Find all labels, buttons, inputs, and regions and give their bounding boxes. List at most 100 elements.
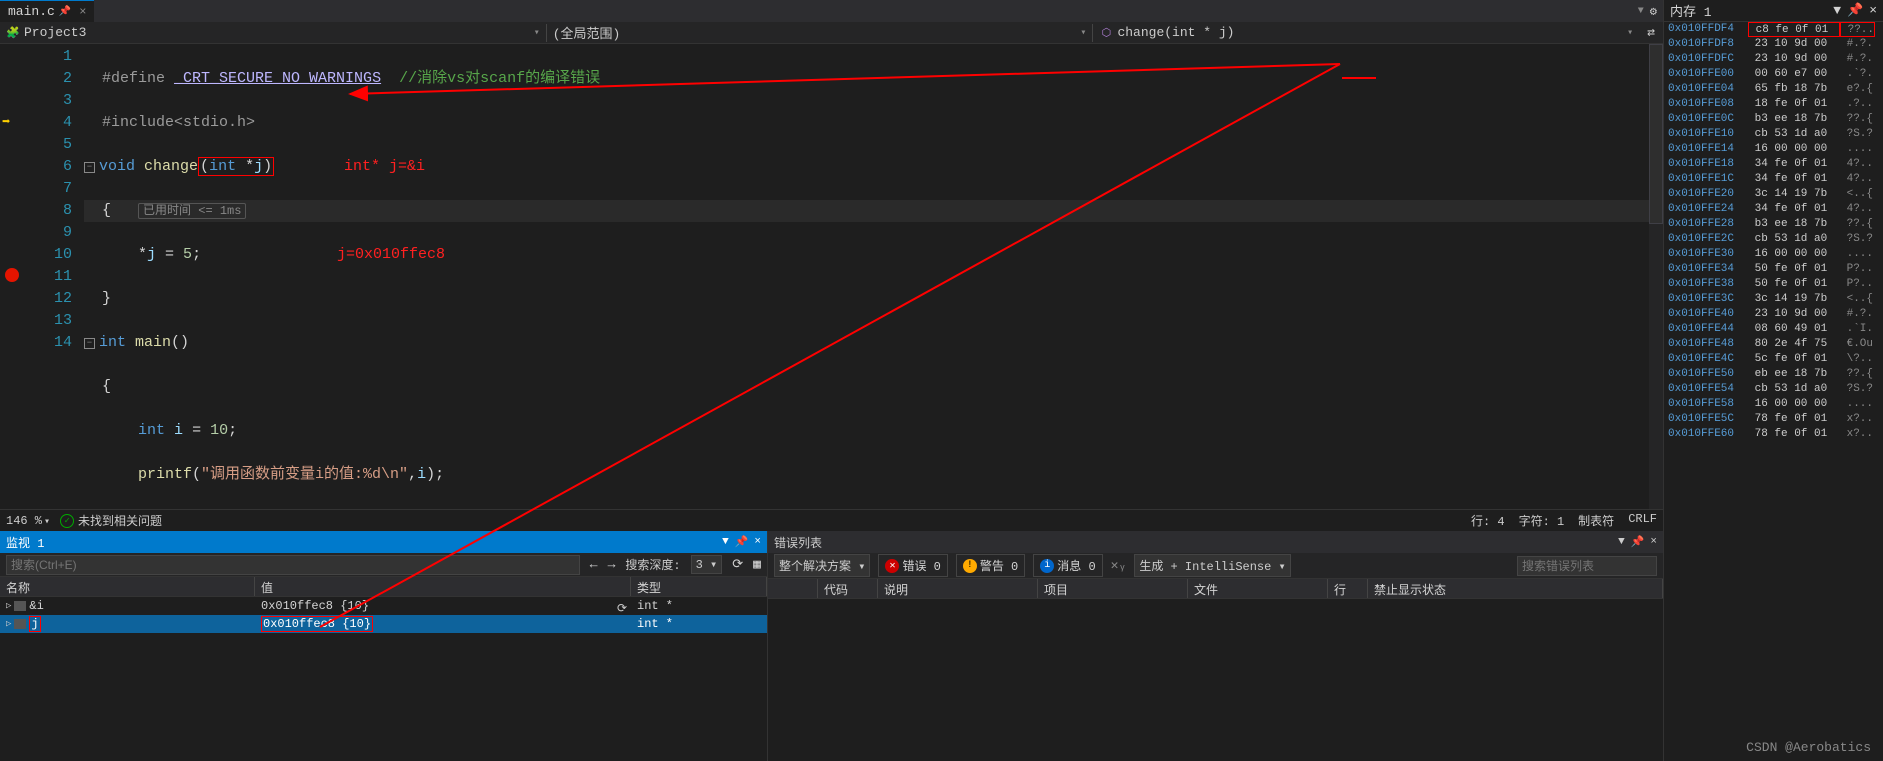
eol-mode[interactable]: CRLF (1628, 512, 1657, 529)
chevron-down-icon[interactable]: ▾ (1080, 27, 1086, 39)
error-title-bar[interactable]: 错误列表 ▼ 📌 × (768, 531, 1663, 553)
memory-row[interactable]: 0x010FFE04 65 fb 18 7b e?.{ (1664, 82, 1883, 97)
memory-row[interactable]: 0x010FFE10 cb 53 1d a0 ?S.? (1664, 127, 1883, 142)
watch-search-input[interactable] (6, 555, 580, 575)
close-icon[interactable]: × (1650, 536, 1657, 548)
memory-row[interactable]: 0x010FFE28 b3 ee 18 7b ??.{ (1664, 217, 1883, 232)
toolbar-icon[interactable]: ▦ (753, 557, 761, 572)
memory-title: 内存 1 (1670, 1, 1712, 20)
refresh-icon[interactable]: ⟳ (617, 601, 627, 616)
dropdown-icon[interactable]: ▼ (1618, 536, 1625, 548)
memory-row[interactable]: 0x010FFE44 08 60 49 01 .`I. (1664, 322, 1883, 337)
error-header: 代码 说明 项目 文件 行 禁止显示状态 (768, 579, 1663, 599)
search-prev[interactable]: ← (590, 557, 598, 572)
memory-row[interactable]: 0x010FFE5C 78 fe 0f 01 x?.. (1664, 412, 1883, 427)
col-name[interactable]: 名称 (0, 577, 255, 596)
zoom-level[interactable]: 146 %▾ (6, 514, 50, 528)
split-button[interactable]: ⇄ (1639, 25, 1663, 40)
memory-row[interactable]: 0x010FFE58 16 00 00 00 .... (1664, 397, 1883, 412)
chevron-down-icon[interactable]: ▾ (534, 27, 540, 39)
issues-indicator[interactable]: ✓ 未找到相关问题 (60, 512, 162, 529)
memory-row[interactable]: 0x010FFE18 34 fe 0f 01 4?.. (1664, 157, 1883, 172)
memory-row[interactable]: 0x010FFE38 50 fe 0f 01 P?.. (1664, 277, 1883, 292)
watch-row[interactable]: ▷&i 0x010ffec8 {10}⟳ int * (0, 597, 767, 615)
breadcrumb-scope[interactable]: (全局范围) ▾ (547, 23, 1093, 42)
breakpoint-icon[interactable] (5, 268, 19, 282)
messages-toggle[interactable]: i消息 0 (1033, 554, 1102, 577)
error-list-panel: 错误列表 ▼ 📌 × 整个解决方案 ▾ ✕错误 0 !警告 0 i消息 0 ✕ᵧ… (768, 531, 1663, 761)
col-proj[interactable]: 项目 (1038, 579, 1188, 598)
dropdown-icon[interactable]: ▼ (722, 536, 729, 548)
pin-icon[interactable]: 📌 (735, 535, 749, 549)
expand-icon[interactable]: ▷ (6, 601, 11, 611)
chevron-down-icon[interactable]: ▾ (1627, 27, 1633, 39)
memory-row[interactable]: 0x010FFE60 78 fe 0f 01 x?.. (1664, 427, 1883, 442)
breadcrumb-project[interactable]: 🧩 Project3 ▾ (0, 25, 546, 40)
error-filter-input[interactable] (1517, 556, 1657, 576)
watch-header: 名称 值 类型 (0, 577, 767, 597)
error-title: 错误列表 (774, 534, 822, 551)
breadcrumb: 🧩 Project3 ▾ (全局范围) ▾ ⬡ change(int * j) … (0, 22, 1663, 44)
memory-title-bar[interactable]: 内存 1 ▼ 📌 × (1664, 0, 1883, 22)
memory-body[interactable]: 0x010FFDF4 c8 fe 0f 01 ??..0x010FFDF8 23… (1664, 22, 1883, 761)
pin-icon[interactable]: 📌 (1631, 535, 1645, 549)
search-next[interactable]: → (608, 557, 616, 572)
pin-icon[interactable]: 📌 (1847, 3, 1863, 18)
line-numbers: 1234567891011121314 (24, 44, 84, 509)
memory-row[interactable]: 0x010FFE40 23 10 9d 00 #.?. (1664, 307, 1883, 322)
memory-row[interactable]: 0x010FFE20 3c 14 19 7b <..{ (1664, 187, 1883, 202)
file-tab[interactable]: main.c 📌 × (0, 0, 94, 22)
memory-row[interactable]: 0x010FFE54 cb 53 1d a0 ?S.? (1664, 382, 1883, 397)
errors-toggle[interactable]: ✕错误 0 (878, 554, 947, 577)
watch-row[interactable]: ▷j 0x010ffec8 {10} int * (0, 615, 767, 633)
memory-row[interactable]: 0x010FFE0C b3 ee 18 7b ??.{ (1664, 112, 1883, 127)
col-line[interactable]: 行 (1328, 579, 1368, 598)
memory-row[interactable]: 0x010FFE48 80 2e 4f 75 €.Ou (1664, 337, 1883, 352)
tab-dropdown-icon[interactable]: ▼ (1638, 6, 1644, 17)
memory-row[interactable]: 0x010FFE14 16 00 00 00 .... (1664, 142, 1883, 157)
col-desc[interactable]: 说明 (878, 579, 1038, 598)
pin-icon[interactable]: 📌 (59, 6, 71, 18)
memory-row[interactable]: 0x010FFDF8 23 10 9d 00 #.?. (1664, 37, 1883, 52)
memory-row[interactable]: 0x010FFDF4 c8 fe 0f 01 ??.. (1664, 22, 1883, 37)
clear-icon[interactable]: ✕ᵧ (1111, 558, 1127, 573)
code-content[interactable]: #define _CRT_SECURE_NO_WARNINGS //消除vs对s… (84, 44, 1649, 509)
memory-row[interactable]: 0x010FFE3C 3c 14 19 7b <..{ (1664, 292, 1883, 307)
memory-row[interactable]: 0x010FFE50 eb ee 18 7b ??.{ (1664, 367, 1883, 382)
memory-row[interactable]: 0x010FFE4C 5c fe 0f 01 \?.. (1664, 352, 1883, 367)
col-state[interactable]: 禁止显示状态 (1368, 579, 1663, 598)
code-editor[interactable]: ➡ 1234567891011121314 #define _CRT_SECUR… (0, 44, 1663, 509)
memory-row[interactable]: 0x010FFE08 18 fe 0f 01 .?.. (1664, 97, 1883, 112)
fold-icon[interactable]: − (84, 338, 95, 349)
memory-row[interactable]: 0x010FFE34 50 fe 0f 01 P?.. (1664, 262, 1883, 277)
col-code[interactable]: 代码 (818, 579, 878, 598)
build-filter[interactable]: 生成 + IntelliSense ▾ (1134, 554, 1290, 577)
memory-row[interactable]: 0x010FFE1C 34 fe 0f 01 4?.. (1664, 172, 1883, 187)
memory-row[interactable]: 0x010FFE00 00 60 e7 00 .`?. (1664, 67, 1883, 82)
indent-mode[interactable]: 制表符 (1578, 512, 1614, 529)
watch-title-bar[interactable]: 监视 1 ▼ 📌 × (0, 531, 767, 553)
close-icon[interactable]: × (79, 5, 86, 19)
gear-icon[interactable]: ⚙ (1650, 4, 1657, 19)
watch-title: 监视 1 (6, 534, 44, 551)
close-icon[interactable]: × (1869, 3, 1877, 18)
memory-row[interactable]: 0x010FFE24 34 fe 0f 01 4?.. (1664, 202, 1883, 217)
close-icon[interactable]: × (754, 536, 761, 548)
fold-icon[interactable]: − (84, 162, 95, 173)
scrollbar[interactable] (1649, 44, 1663, 509)
warnings-toggle[interactable]: !警告 0 (956, 554, 1025, 577)
col-type[interactable]: 类型 (631, 577, 767, 596)
memory-row[interactable]: 0x010FFE30 16 00 00 00 .... (1664, 247, 1883, 262)
annotation: int* j=&i (344, 156, 425, 178)
depth-select[interactable]: 3 ▾ (691, 555, 723, 574)
breadcrumb-function[interactable]: ⬡ change(int * j) ▾ (1093, 25, 1639, 40)
scope-select[interactable]: 整个解决方案 ▾ (774, 554, 870, 577)
error-icon: ✕ (885, 559, 899, 573)
toolbar-icon[interactable]: ⟳ (732, 557, 743, 572)
col-value[interactable]: 值 (255, 577, 631, 596)
memory-row[interactable]: 0x010FFE2C cb 53 1d a0 ?S.? (1664, 232, 1883, 247)
memory-row[interactable]: 0x010FFDFC 23 10 9d 00 #.?. (1664, 52, 1883, 67)
dropdown-icon[interactable]: ▼ (1833, 3, 1841, 18)
col-file[interactable]: 文件 (1188, 579, 1328, 598)
expand-icon[interactable]: ▷ (6, 619, 11, 629)
